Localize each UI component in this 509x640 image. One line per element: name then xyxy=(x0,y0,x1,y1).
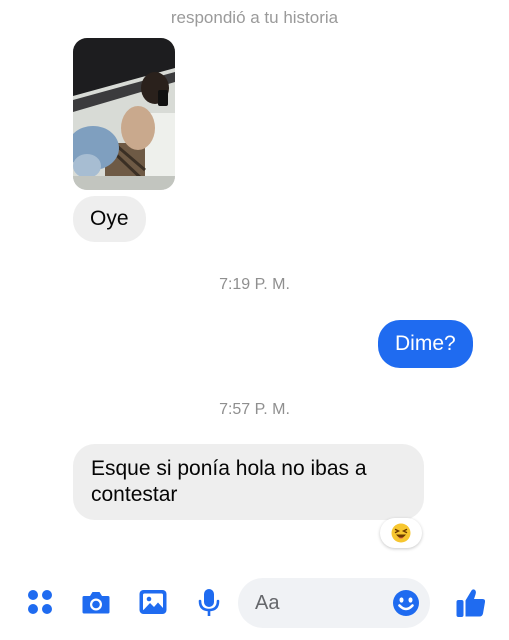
microphone-icon[interactable] xyxy=(197,588,221,618)
message-input[interactable]: Aa xyxy=(238,578,430,628)
timestamp: 7:19 P. M. xyxy=(219,276,290,293)
message-bubble-esque[interactable]: Esque si ponía hola no ibas a contestar xyxy=(73,444,424,520)
gallery-icon[interactable] xyxy=(138,588,168,616)
composer-bar: Aa xyxy=(0,572,509,640)
message-bubble-dime[interactable]: Dime? xyxy=(378,320,473,368)
thumbs-up-icon[interactable] xyxy=(455,587,487,619)
camera-icon[interactable] xyxy=(81,588,111,616)
apps-icon[interactable] xyxy=(26,588,54,616)
story-image xyxy=(73,38,175,190)
message-input-placeholder: Aa xyxy=(255,592,280,614)
message-bubble-oye[interactable]: Oye xyxy=(73,196,146,242)
laughing-emoji-icon xyxy=(391,523,411,543)
message-reaction[interactable] xyxy=(380,518,422,548)
story-thumbnail[interactable] xyxy=(73,38,175,190)
timestamp: 7:57 P. M. xyxy=(219,401,290,418)
emoji-icon[interactable] xyxy=(392,589,420,617)
story-reply-label: respondió a tu historia xyxy=(170,8,339,27)
